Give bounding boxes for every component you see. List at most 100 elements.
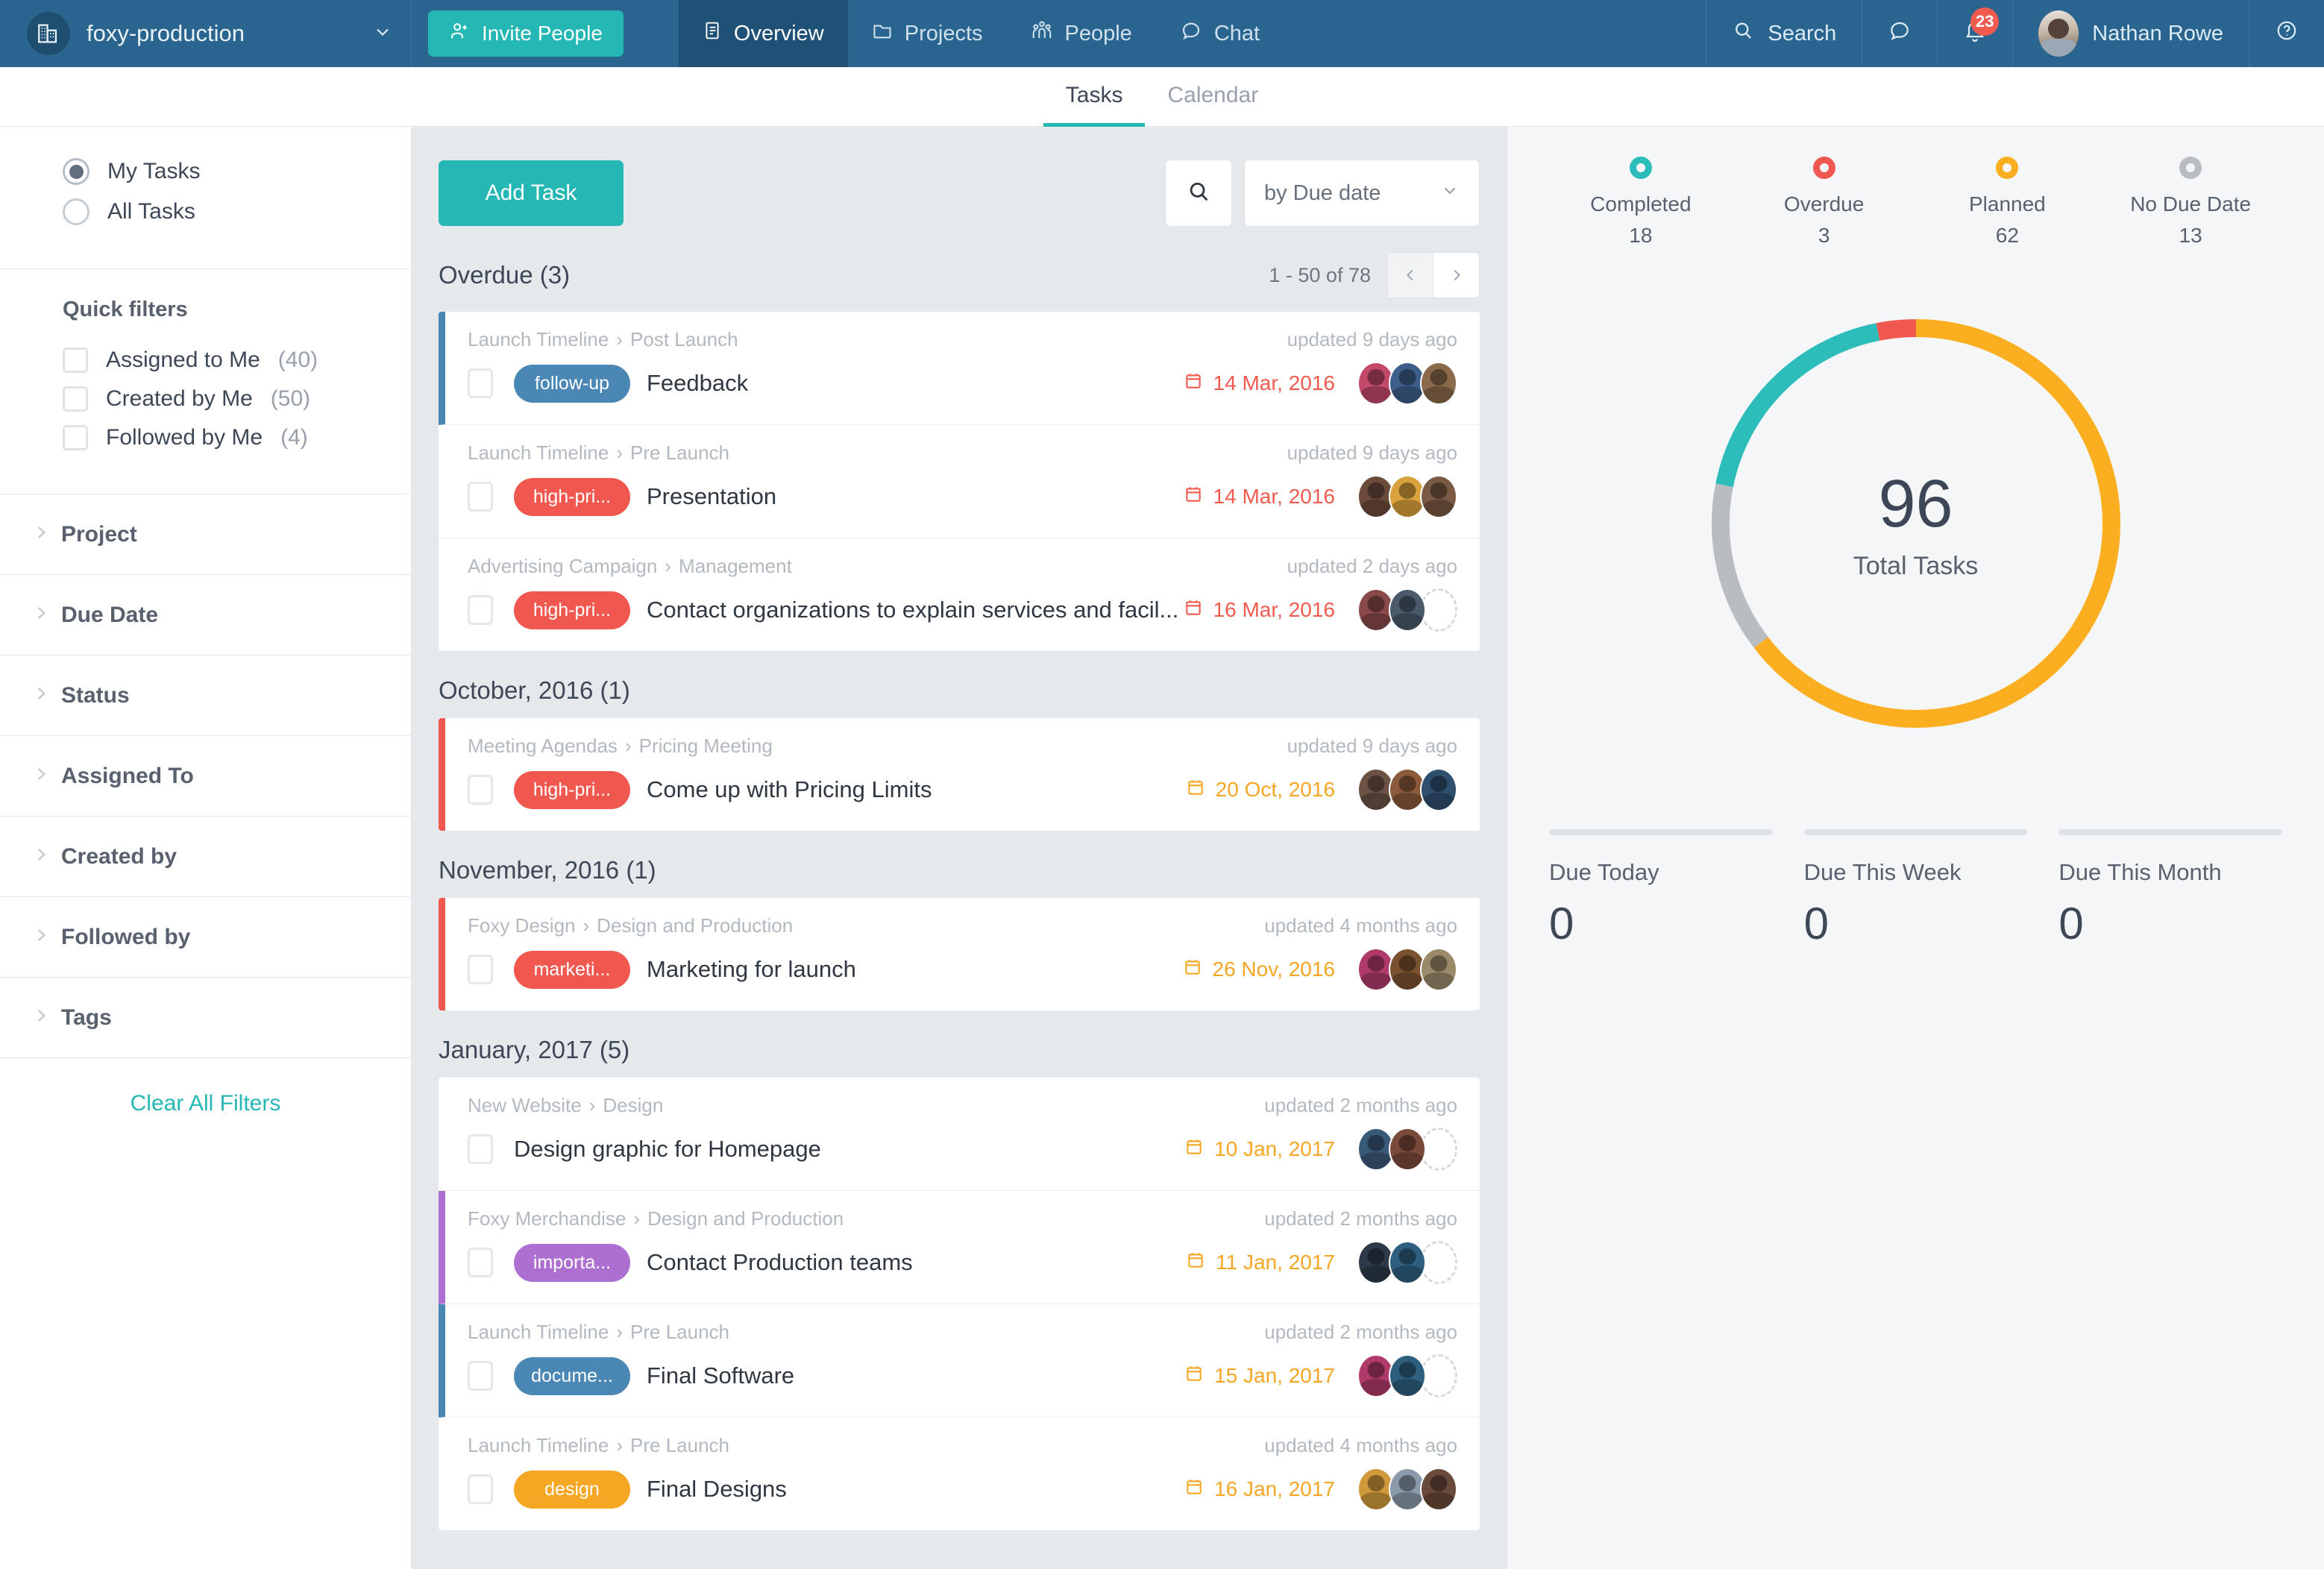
nav-label-people: People [1064, 21, 1132, 45]
pagination-prev-button[interactable] [1387, 252, 1433, 298]
nav-item-overview[interactable]: Overview [678, 0, 848, 67]
assignee-avatar[interactable] [1389, 1354, 1426, 1397]
quick-filter-label: Followed by Me [106, 425, 263, 450]
task-title[interactable]: Feedback [647, 370, 748, 397]
assignee-avatar[interactable] [1420, 362, 1457, 405]
task-main: follow-up Feedback 14 Mar, 2016 [468, 362, 1457, 405]
radio-my-tasks[interactable]: My Tasks [63, 158, 411, 185]
tab-calendar[interactable]: Calendar [1145, 67, 1281, 127]
task-updated-label: updated 2 months ago [1264, 1207, 1457, 1230]
task-title[interactable]: Come up with Pricing Limits [647, 776, 932, 803]
filter-accordion-created-by[interactable]: Created by [0, 816, 411, 896]
task-tag[interactable]: marketi... [514, 950, 630, 989]
task-row[interactable]: Launch Timeline › Pre Launch updated 2 mont… [439, 1304, 1480, 1418]
nav-item-projects[interactable]: Projects [848, 0, 1007, 67]
task-tag[interactable]: high-pri... [514, 477, 630, 516]
assignee-avatar[interactable] [1420, 475, 1457, 518]
task-tag[interactable]: high-pri... [514, 770, 630, 809]
task-main: importa... Contact Production teams 11 Jan… [468, 1241, 1457, 1284]
breadcrumb-section: Management [679, 555, 792, 577]
assignee-avatar[interactable] [1420, 948, 1457, 991]
task-row[interactable]: Launch Timeline › Pre Launch updated 4 mont… [439, 1418, 1480, 1530]
pagination-next-button[interactable] [1433, 252, 1480, 298]
task-tag[interactable]: importa... [514, 1243, 630, 1282]
task-title[interactable]: Final Designs [647, 1476, 787, 1503]
search-button[interactable]: Search [1706, 0, 1862, 67]
assignee-avatar[interactable] [1389, 1128, 1426, 1171]
task-checkbox[interactable] [468, 482, 493, 512]
filter-accordion-assigned-to[interactable]: Assigned To [0, 735, 411, 816]
chevron-right-icon [31, 681, 61, 710]
add-task-button[interactable]: Add Task [439, 160, 624, 226]
task-checkbox[interactable] [468, 1474, 493, 1504]
task-title[interactable]: Final Software [647, 1362, 794, 1389]
sort-by-select[interactable]: by Due date [1244, 160, 1480, 227]
task-row[interactable]: New Website › Design updated 2 months ago De… [439, 1078, 1480, 1191]
task-checkbox[interactable] [468, 1248, 493, 1277]
calendar-icon [1186, 1250, 1205, 1276]
task-checkbox[interactable] [468, 1134, 493, 1164]
status-value: 62 [1995, 224, 2019, 247]
task-row[interactable]: Launch Timeline › Post Launch updated 9 day… [439, 312, 1480, 425]
due-summary-item: Due Today 0 [1549, 829, 1773, 949]
assignee-avatar[interactable] [1420, 768, 1457, 811]
task-title[interactable]: Presentation [647, 483, 776, 510]
chevron-down-icon[interactable] [372, 22, 393, 46]
task-checkbox[interactable] [468, 595, 493, 625]
radio-indicator [63, 198, 89, 225]
nav-item-people[interactable]: People [1007, 0, 1156, 67]
task-row[interactable]: Advertising Campaign › Management updated 2… [439, 538, 1480, 651]
assignee-avatar[interactable] [1389, 1241, 1426, 1284]
task-tag[interactable]: follow-up [514, 364, 630, 403]
task-search-button[interactable] [1165, 160, 1232, 227]
task-title[interactable]: Marketing for launch [647, 956, 856, 983]
filter-accordion-followed-by[interactable]: Followed by [0, 896, 411, 977]
due-summary-value: 0 [1549, 899, 1574, 949]
breadcrumb-project: Launch Timeline [468, 1434, 609, 1456]
filter-accordion-tags[interactable]: Tags [0, 977, 411, 1057]
quick-filter-assigned-to-me[interactable]: Assigned to Me (40) [63, 348, 411, 373]
task-row[interactable]: Foxy Merchandise › Design and Production up… [439, 1191, 1480, 1304]
quick-filter-followed-by-me[interactable]: Followed by Me (4) [63, 425, 411, 450]
chevron-right-icon [31, 922, 61, 952]
radio-all-tasks[interactable]: All Tasks [63, 198, 411, 225]
tab-tasks[interactable]: Tasks [1043, 67, 1146, 127]
task-checkbox[interactable] [468, 775, 493, 805]
status-legend-item[interactable]: Overdue 3 [1733, 157, 1916, 248]
status-legend-item[interactable]: Planned 62 [1916, 157, 2100, 248]
filter-accordion-project[interactable]: Project [0, 494, 411, 574]
org-switcher[interactable]: foxy-production [0, 0, 412, 67]
task-tag[interactable]: docume... [514, 1356, 630, 1395]
task-tag[interactable]: high-pri... [514, 591, 630, 629]
task-checkbox[interactable] [468, 955, 493, 984]
task-title[interactable]: Design graphic for Homepage [514, 1136, 821, 1163]
filter-accordion-due-date[interactable]: Due Date [0, 574, 411, 655]
calendar-icon [1184, 371, 1203, 397]
status-legend-item[interactable]: Completed 18 [1549, 157, 1733, 248]
sort-by-value: by Due date [1264, 180, 1381, 205]
task-checkbox[interactable] [468, 368, 493, 398]
messages-button[interactable] [1862, 0, 1937, 67]
user-menu[interactable]: Nathan Rowe [2012, 0, 2249, 67]
notifications-button[interactable]: 23 [1937, 0, 2012, 67]
clear-all-filters-link[interactable]: Clear All Filters [0, 1057, 411, 1149]
nav-item-chat[interactable]: Chat [1156, 0, 1284, 67]
task-title[interactable]: Contact organizations to explain service… [647, 597, 1178, 623]
task-tag[interactable]: design [514, 1470, 630, 1509]
task-title[interactable]: Contact Production teams [647, 1249, 913, 1276]
task-row[interactable]: Launch Timeline › Pre Launch updated 9 days… [439, 425, 1480, 538]
assignee-avatar[interactable] [1389, 588, 1426, 632]
status-label: Overdue [1783, 192, 1865, 216]
quick-filter-label: Created by Me [106, 386, 253, 411]
task-row[interactable]: Foxy Design › Design and Production updated… [439, 898, 1480, 1010]
task-meta: Launch Timeline › Pre Launch updated 9 days… [468, 441, 1457, 465]
quick-filter-created-by-me[interactable]: Created by Me (50) [63, 386, 411, 412]
help-button[interactable] [2249, 0, 2324, 67]
invite-people-button[interactable]: Invite People [428, 10, 624, 57]
task-checkbox[interactable] [468, 1361, 493, 1391]
filter-accordion-status[interactable]: Status [0, 655, 411, 735]
buildings-icon [27, 12, 70, 55]
assignee-avatar[interactable] [1420, 1468, 1457, 1511]
status-legend-item[interactable]: No Due Date 13 [2099, 157, 2282, 248]
task-row[interactable]: Meeting Agendas › Pricing Meeting updated 9… [439, 718, 1480, 831]
